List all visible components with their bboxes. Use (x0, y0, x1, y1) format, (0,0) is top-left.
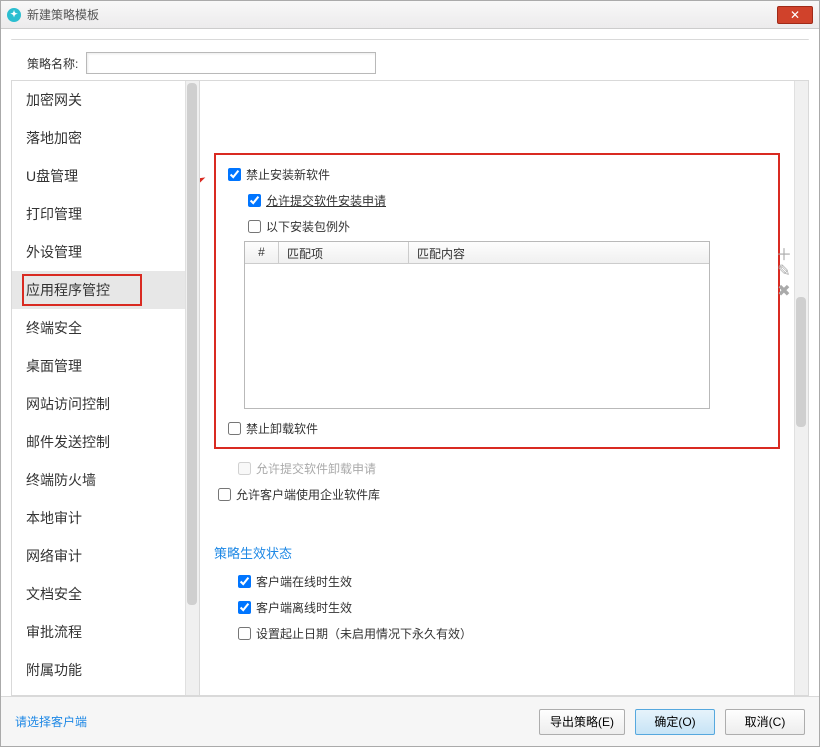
sidebar-item[interactable]: 外设管理 (12, 233, 185, 271)
sidebar-item-label: 桌面管理 (26, 356, 82, 376)
th-match-item: 匹配项 (279, 242, 409, 263)
allow-install-request-row[interactable]: 允许提交软件安装申请 (224, 187, 770, 213)
footer: 请选择客户端 导出策略(E) 确定(O) 取消(C) (1, 696, 819, 746)
client-offline-row[interactable]: 客户端离线时生效 (214, 594, 780, 620)
sidebar-item[interactable]: 附属功能 (12, 651, 185, 689)
forbid-uninstall-checkbox[interactable] (228, 422, 241, 435)
set-date-label: 设置起止日期（未启用情况下永久有效） (256, 625, 472, 642)
package-exception-checkbox[interactable] (248, 220, 261, 233)
set-date-row[interactable]: 设置起止日期（未启用情况下永久有效） (214, 620, 780, 646)
allow-install-request-checkbox[interactable] (248, 194, 261, 207)
select-client-link[interactable]: 请选择客户端 (15, 713, 87, 730)
sidebar-item[interactable]: 加密网关 (12, 81, 185, 119)
sidebar-item[interactable]: 网站访问控制 (12, 385, 185, 423)
sidebar-item-label: 文档安全 (26, 584, 82, 604)
sidebar-item[interactable]: 终端防火墙 (12, 461, 185, 499)
allow-uninstall-request-checkbox (238, 462, 251, 475)
th-match-content: 匹配内容 (409, 242, 709, 263)
sidebar-item-label: 网站访问控制 (26, 394, 110, 414)
sidebar-item[interactable]: 本地审计 (12, 499, 185, 537)
export-button[interactable]: 导出策略(E) (539, 709, 625, 735)
allow-enterprise-lib-checkbox[interactable] (218, 488, 231, 501)
window-title: 新建策略模板 (27, 6, 777, 23)
sidebar-item-label: U盘管理 (26, 166, 78, 186)
client-online-label: 客户端在线时生效 (256, 573, 352, 590)
exception-table-box: # 匹配项 匹配内容 ＋ ✎ ✖ (244, 241, 770, 409)
ok-button[interactable]: 确定(O) (635, 709, 715, 735)
sidebar-item-label: 落地加密 (26, 128, 82, 148)
plus-icon[interactable]: ＋ (776, 241, 792, 257)
policy-name-row: 策略名称: (11, 39, 809, 80)
pencil-icon[interactable]: ✎ (776, 261, 792, 277)
forbid-uninstall-label: 禁止卸载软件 (246, 420, 318, 437)
sidebar-list: 加密网关落地加密 U盘管理打印管理外设管理应用程序管控终端安全桌面管理网站访问控制… (12, 81, 185, 689)
package-exception-row[interactable]: 以下安装包例外 (224, 213, 770, 239)
sidebar-item[interactable]: 打印管理 (12, 195, 185, 233)
sidebar-item[interactable]: 邮件发送控制 (12, 423, 185, 461)
sidebar-scrollbar[interactable] (185, 81, 199, 695)
allow-uninstall-request-row: 允许提交软件卸载申请 (214, 455, 780, 481)
sidebar-item-label: 本地审计 (26, 508, 82, 528)
sidebar-scrollbar-thumb[interactable] (187, 83, 197, 605)
policy-name-input[interactable] (86, 52, 376, 74)
sidebar-item[interactable]: 终端安全 (12, 309, 185, 347)
table-toolbar: ＋ ✎ ✖ (776, 241, 792, 297)
sidebar-item[interactable]: 网络审计 (12, 537, 185, 575)
sidebar-item[interactable]: 桌面管理 (12, 347, 185, 385)
exception-table-body (245, 264, 709, 408)
exception-table-header: # 匹配项 匹配内容 (245, 242, 709, 264)
client-online-row[interactable]: 客户端在线时生效 (214, 568, 780, 594)
effect-status-title: 策略生效状态 (214, 543, 780, 562)
forbid-uninstall-row[interactable]: 禁止卸载软件 (224, 415, 770, 441)
sidebar-item-label: 打印管理 (26, 204, 82, 224)
dialog-window: ✦ 新建策略模板 ✕ 策略名称: 加密网关落地加密 U盘管理打印管理外设管理应用程… (0, 0, 820, 747)
sidebar-item-label: 应用程序管控 (26, 280, 110, 300)
allow-enterprise-lib-row[interactable]: 允许客户端使用企业软件库 (214, 481, 780, 507)
sidebar-item[interactable]: 文档安全 (12, 575, 185, 613)
sidebar-item-label: 终端防火墙 (26, 470, 96, 490)
main-area: 加密网关落地加密 U盘管理打印管理外设管理应用程序管控终端安全桌面管理网站访问控制… (11, 80, 809, 696)
content-scrollbar-thumb[interactable] (796, 297, 806, 427)
forbid-install-checkbox-row[interactable]: 禁止安装新软件 (224, 161, 770, 187)
cancel-button[interactable]: 取消(C) (725, 709, 805, 735)
title-bar: ✦ 新建策略模板 ✕ (1, 1, 819, 29)
client-offline-label: 客户端离线时生效 (256, 599, 352, 616)
delete-icon[interactable]: ✖ (776, 281, 792, 297)
sidebar-item-label: 附属功能 (26, 660, 82, 680)
sidebar-item-label: 加密网关 (26, 90, 82, 110)
sidebar-item[interactable]: U盘管理 (12, 157, 185, 195)
close-icon: ✕ (790, 9, 800, 21)
client-offline-checkbox[interactable] (238, 601, 251, 614)
package-exception-label: 以下安装包例外 (266, 218, 350, 235)
sidebar-item-label: 外设管理 (26, 242, 82, 262)
allow-enterprise-lib-label: 允许客户端使用企业软件库 (236, 486, 380, 503)
exception-table: # 匹配项 匹配内容 (244, 241, 710, 409)
sidebar-item-label: 审批流程 (26, 622, 82, 642)
close-button[interactable]: ✕ (777, 6, 813, 24)
allow-uninstall-request-label: 允许提交软件卸载申请 (256, 460, 376, 477)
sidebar-item-label: 邮件发送控制 (26, 432, 110, 452)
set-date-checkbox[interactable] (238, 627, 251, 640)
content-scrollbar[interactable] (794, 81, 808, 695)
content-wrap: 禁止安装新软件 允许提交软件安装申请 以下安装包例外 (200, 81, 808, 695)
sidebar-item-label: 终端安全 (26, 318, 82, 338)
sidebar-item[interactable]: 审批流程 (12, 613, 185, 651)
forbid-install-checkbox[interactable] (228, 168, 241, 181)
sidebar-item[interactable]: 落地加密 (12, 119, 185, 157)
app-icon: ✦ (7, 8, 21, 22)
client-online-checkbox[interactable] (238, 575, 251, 588)
content-inner: 禁止安装新软件 允许提交软件安装申请 以下安装包例外 (200, 143, 794, 656)
highlight-panel: 禁止安装新软件 允许提交软件安装申请 以下安装包例外 (214, 153, 780, 449)
policy-name-label: 策略名称: (27, 55, 78, 72)
sidebar-item-label: 网络审计 (26, 546, 82, 566)
sidebar-item[interactable]: 应用程序管控 (12, 271, 185, 309)
forbid-install-label: 禁止安装新软件 (246, 166, 330, 183)
allow-install-request-label: 允许提交软件安装申请 (266, 192, 386, 209)
sidebar: 加密网关落地加密 U盘管理打印管理外设管理应用程序管控终端安全桌面管理网站访问控制… (12, 81, 200, 695)
th-index: # (245, 242, 279, 263)
content: 禁止安装新软件 允许提交软件安装申请 以下安装包例外 (200, 81, 794, 695)
